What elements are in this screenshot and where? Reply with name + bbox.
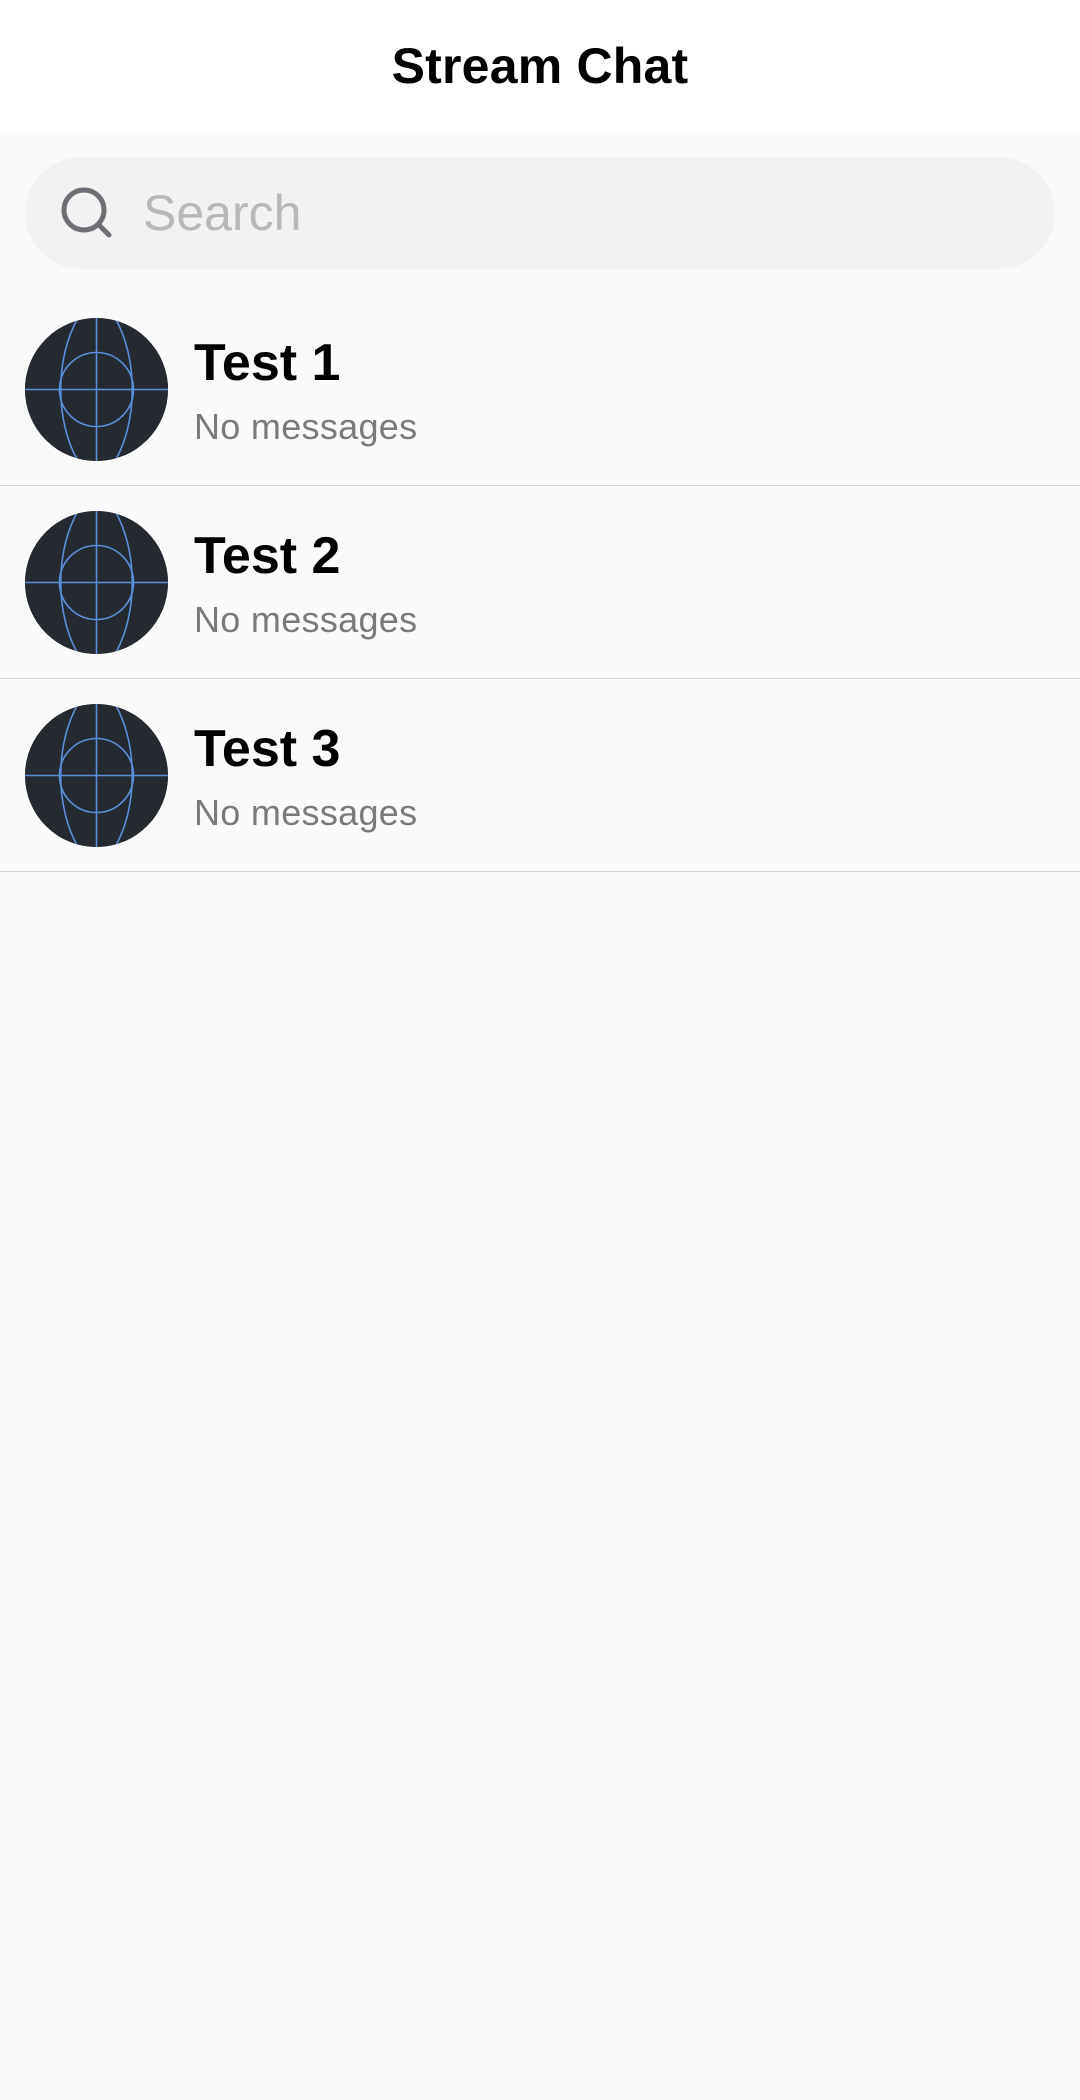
avatar-icon [25,704,168,847]
channel-preview: No messages [194,599,418,640]
search-bar[interactable] [25,157,1055,269]
search-icon [58,184,118,244]
channel-name: Test 1 [194,334,341,392]
channel-preview: No messages [194,792,418,833]
channel-list-item[interactable]: Test 3 No messages [0,679,1080,872]
channel-preview: No messages [194,406,418,447]
channel-name: Test 2 [194,527,341,585]
search-input[interactable] [143,157,1023,269]
channel-name: Test 3 [194,720,341,778]
avatar-icon [25,318,168,461]
channel-list-item[interactable]: Test 2 No messages [0,486,1080,679]
channel-list-item[interactable]: Test 1 No messages [0,293,1080,486]
avatar-icon [25,511,168,654]
channel-list: Test 1 No messages Test 2 No messages Te… [0,293,1080,872]
page-title: Stream Chat [391,38,689,94]
app-header: Stream Chat [0,0,1080,132]
